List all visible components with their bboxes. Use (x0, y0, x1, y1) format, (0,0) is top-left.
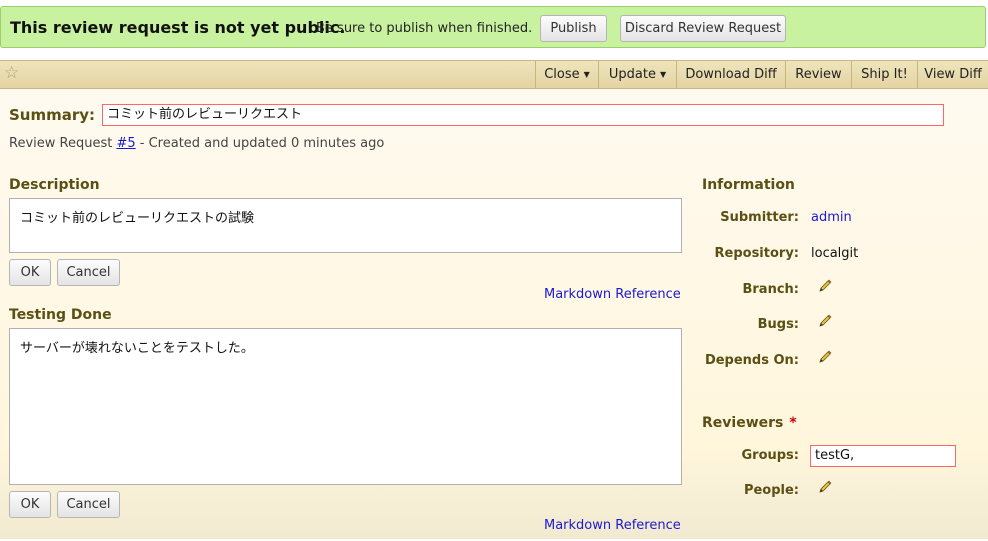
groups-input[interactable]: testG, (810, 445, 956, 467)
reviewers-title-text: Reviewers (702, 415, 784, 431)
information-title: Information (702, 177, 795, 193)
close-menu-label: Close (544, 67, 580, 82)
banner-title: This review request is not yet public. (10, 18, 346, 37)
caret-down-icon: ▼ (659, 70, 667, 79)
description-textarea[interactable]: コミット前のレビューリクエストの試験 (9, 198, 682, 253)
publish-button[interactable]: Publish (540, 15, 607, 42)
testing-done-title: Testing Done (9, 307, 112, 323)
caret-down-icon: ▼ (583, 70, 590, 79)
bugs-label: Bugs: (757, 317, 799, 332)
groups-label: Groups: (741, 448, 799, 463)
review-action[interactable]: Review (785, 61, 851, 88)
summary-input[interactable]: コミット前のレビューリクエスト (102, 104, 944, 126)
update-menu[interactable]: Update ▼ (598, 61, 676, 88)
submitter-label: Submitter: (720, 210, 799, 225)
testing-markdown-reference-link[interactable]: Markdown Reference (544, 518, 681, 533)
branch-label: Branch: (742, 282, 799, 297)
bugs-edit-pencil-icon[interactable] (818, 314, 832, 328)
review-request-prefix: Review Request (9, 136, 113, 151)
required-marker: * (789, 415, 797, 431)
reviewers-title: Reviewers * (702, 415, 797, 431)
review-request-timestamp: - Created and updated 0 minutes ago (139, 136, 385, 151)
review-request-id-link[interactable]: #5 (116, 136, 135, 151)
summary-label: Summary: (9, 106, 96, 124)
description-markdown-reference-link[interactable]: Markdown Reference (544, 287, 681, 302)
review-request-info-line: Review Request #5 - Created and updated … (9, 136, 384, 151)
review-request-actions-bar: ☆ Close ▼ Update ▼ Download Diff Review Sh… (0, 60, 988, 89)
depends-on-edit-pencil-icon[interactable] (818, 350, 832, 364)
ship-it-action[interactable]: Ship It! (851, 61, 917, 88)
depends-on-label: Depends On: (704, 353, 799, 368)
repository-label: Repository: (714, 246, 800, 261)
review-request-main: Summary: コミット前のレビューリクエスト Review Request … (0, 89, 988, 539)
repository-value: localgit (811, 246, 859, 261)
testing-cancel-button[interactable]: Cancel (57, 491, 120, 518)
people-label: People: (743, 483, 799, 498)
submitter-value-link[interactable]: admin (811, 210, 852, 225)
people-edit-pencil-icon[interactable] (818, 480, 832, 494)
discard-review-request-button[interactable]: Discard Review Request (620, 15, 786, 42)
testing-ok-button[interactable]: OK (9, 491, 51, 518)
testing-done-textarea[interactable]: サーバーが壊れないことをテストした。 (9, 328, 682, 485)
description-cancel-button[interactable]: Cancel (57, 259, 120, 286)
star-icon[interactable]: ☆ (4, 65, 20, 82)
download-diff-action[interactable]: Download Diff (676, 61, 785, 88)
draft-banner: This review request is not yet public. B… (0, 6, 986, 48)
description-ok-button[interactable]: OK (9, 259, 51, 286)
close-menu[interactable]: Close ▼ (535, 61, 598, 88)
description-title: Description (9, 177, 100, 193)
branch-edit-pencil-icon[interactable] (818, 279, 832, 293)
banner-message: Be sure to publish when finished. (316, 21, 533, 36)
view-diff-action[interactable]: View Diff (917, 61, 988, 88)
update-menu-label: Update (608, 67, 656, 82)
